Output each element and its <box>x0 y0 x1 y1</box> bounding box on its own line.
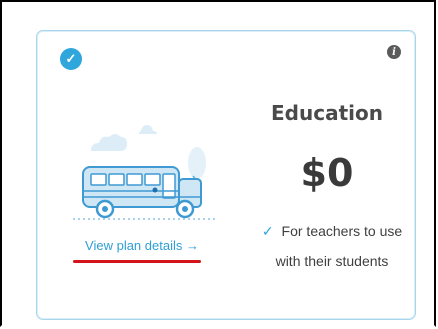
plan-feature: ✓ For teachers to use with their students <box>247 216 417 276</box>
checkmark-icon: ✓ <box>261 223 274 239</box>
annotation-underline <box>73 260 201 263</box>
selected-check-icon: ✓ <box>60 48 82 70</box>
feature-text-line-2: with their students <box>275 253 389 269</box>
cloud-icon <box>91 134 127 151</box>
feature-text-line-1: For teachers to use <box>281 223 403 239</box>
education-plan-card[interactable]: ✓ i Education $0 ✓ For teachers to use w… <box>36 30 416 320</box>
view-plan-details-link[interactable]: View plan details → <box>77 238 207 253</box>
school-bus-illustration <box>73 125 215 220</box>
screenshot-frame: ✓ i Education $0 ✓ For teachers to use w… <box>0 0 436 327</box>
plan-price: $0 <box>300 151 354 195</box>
info-icon[interactable]: i <box>387 45 401 59</box>
feature-line: ✓ For teachers to use <box>247 216 417 246</box>
plan-title: Education <box>271 101 383 125</box>
cloud-icon <box>139 125 157 134</box>
